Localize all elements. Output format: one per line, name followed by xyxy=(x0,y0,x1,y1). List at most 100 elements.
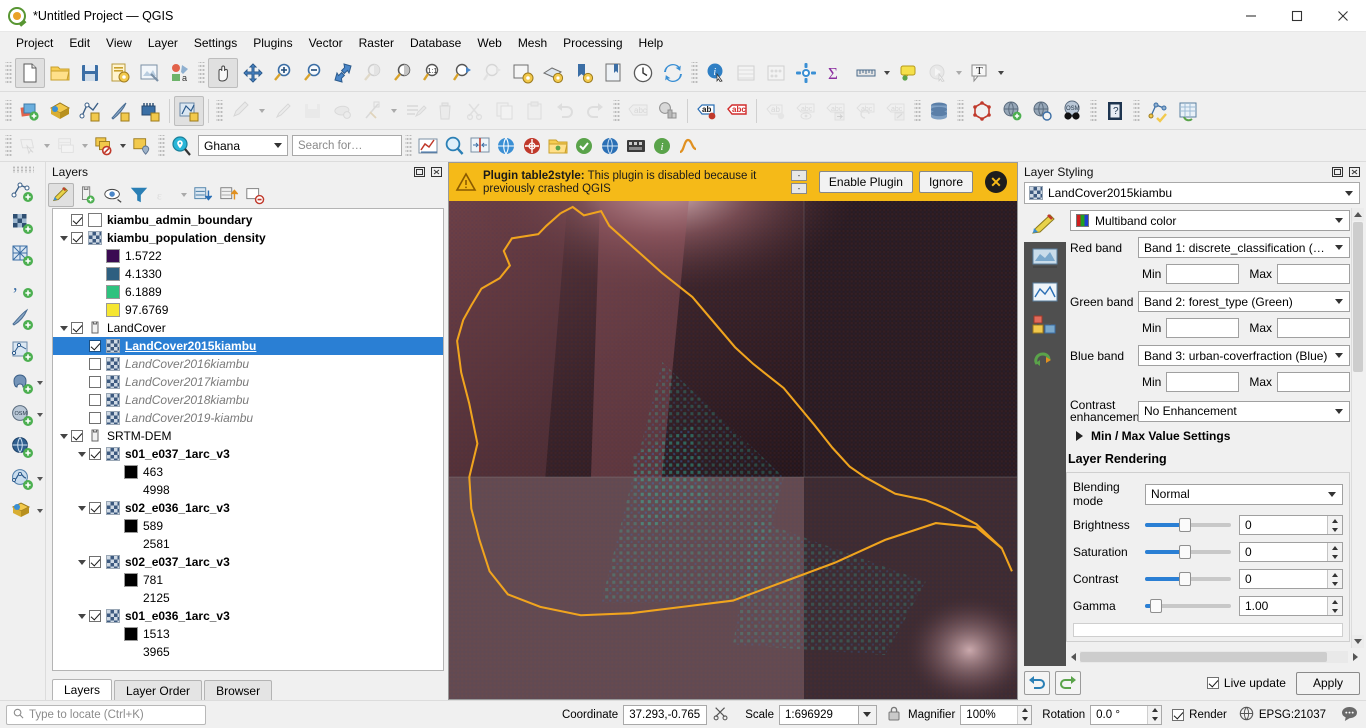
redo-style-button[interactable] xyxy=(1055,671,1081,695)
styling-layer-combo[interactable]: LandCover2015kiambu xyxy=(1024,182,1360,204)
locator-search-icon-button[interactable] xyxy=(168,133,194,159)
plugin-map-swipe-button[interactable] xyxy=(467,133,493,159)
red-max-input[interactable] xyxy=(1277,264,1351,284)
layer-visibility-checkbox[interactable] xyxy=(89,358,101,370)
toolbar-grip-11[interactable] xyxy=(5,134,12,157)
add-feature-button[interactable] xyxy=(328,96,358,126)
messages-icon[interactable] xyxy=(1341,706,1358,724)
menu-raster[interactable]: Raster xyxy=(351,34,402,52)
layer-visibility-checkbox[interactable] xyxy=(71,322,83,334)
symbology-tab-icon[interactable] xyxy=(1031,208,1059,242)
pan-to-selection-button[interactable] xyxy=(238,58,268,88)
layer-visibility-checkbox[interactable] xyxy=(89,376,101,388)
chevron-down-icon-3[interactable] xyxy=(36,477,43,481)
modify-attributes-button[interactable] xyxy=(400,96,430,126)
feature-action-caret[interactable] xyxy=(953,60,965,86)
toolbar-grip-6[interactable] xyxy=(613,99,620,122)
expand-collapse-icon[interactable] xyxy=(75,445,89,463)
zoom-full-button[interactable] xyxy=(328,58,358,88)
scroll-down-icon[interactable] xyxy=(1352,635,1364,648)
field-calculator-button[interactable] xyxy=(761,58,791,88)
filter-legend-expression-button[interactable]: ε xyxy=(152,183,178,207)
add-raster-layer-rail-button[interactable] xyxy=(1,208,45,240)
scale-dropdown[interactable] xyxy=(858,704,877,725)
new-spatialite-layer-button[interactable] xyxy=(135,96,165,126)
layer-visibility-checkbox[interactable] xyxy=(71,214,83,226)
expand-collapse-icon[interactable] xyxy=(57,229,71,247)
delete-selected-button[interactable] xyxy=(430,96,460,126)
add-spatialite-layer-rail-button[interactable] xyxy=(1,336,45,368)
topology-checker-button[interactable] xyxy=(967,96,997,126)
legend-row[interactable]: 6.1889 xyxy=(53,283,443,301)
tab-layer-order[interactable]: Layer Order xyxy=(114,680,203,700)
measure-dropdown-caret[interactable] xyxy=(881,60,893,86)
expand-collapse-icon[interactable] xyxy=(57,319,71,337)
legend-row[interactable]: 97.6769 xyxy=(53,301,443,319)
check-geometries-button[interactable] xyxy=(1143,96,1173,126)
layer-visibility-checkbox[interactable] xyxy=(71,232,83,244)
plugin-curve-button[interactable] xyxy=(675,133,701,159)
plugin-qucikosm-button[interactable] xyxy=(571,133,597,159)
database-manager-button[interactable] xyxy=(924,96,954,126)
toolbar-grip-4[interactable] xyxy=(5,99,12,122)
select-value-button[interactable] xyxy=(129,133,155,159)
layer-visibility-checkbox[interactable] xyxy=(89,502,101,514)
legend-row[interactable]: 589 xyxy=(53,517,443,535)
gamma-slider[interactable] xyxy=(1145,598,1231,614)
plugin-open-folder-button[interactable] xyxy=(545,133,571,159)
zoom-to-selection-button[interactable] xyxy=(358,58,388,88)
toolbar-grip-7[interactable] xyxy=(914,99,921,122)
blue-band-combo[interactable]: Band 3: urban-coverfraction (Blue) xyxy=(1138,345,1350,366)
new-project-button[interactable] xyxy=(15,57,45,88)
style-manager-button[interactable]: a xyxy=(165,58,195,88)
menu-plugins[interactable]: Plugins xyxy=(245,34,300,52)
change-label-button[interactable]: abc xyxy=(881,96,911,126)
undo-style-button[interactable] xyxy=(1024,671,1050,695)
chevron-down-icon-2[interactable] xyxy=(36,413,43,417)
maximize-button[interactable] xyxy=(1274,0,1320,32)
scroll-right-icon[interactable] xyxy=(1348,651,1362,663)
metasearch-button[interactable] xyxy=(1027,96,1057,126)
add-3d-layer-rail-button[interactable] xyxy=(1,496,45,528)
saturation-stepper[interactable] xyxy=(1327,543,1342,561)
legend-row[interactable]: 2125 xyxy=(53,589,443,607)
layer-row[interactable]: s02_e037_1arc_v3 xyxy=(53,553,443,571)
run-feature-action-button[interactable] xyxy=(923,58,953,88)
pan-map-button[interactable] xyxy=(208,57,238,88)
refresh-attribute-table-button[interactable] xyxy=(1173,96,1203,126)
new-print-layout-button[interactable] xyxy=(135,58,165,88)
deselect-features-button[interactable] xyxy=(91,133,117,159)
map-canvas[interactable] xyxy=(449,163,1017,699)
move-label-button[interactable]: ab xyxy=(761,96,791,126)
toolbar-grip-3[interactable] xyxy=(691,61,698,84)
menu-processing[interactable]: Processing xyxy=(555,34,630,52)
zoom-last-button[interactable] xyxy=(448,58,478,88)
minmax-value-settings-expander[interactable]: Min / Max Value Settings xyxy=(1070,429,1350,443)
toolbar-grip-5[interactable] xyxy=(216,99,223,122)
save-project-as-button[interactable] xyxy=(105,58,135,88)
gamma-stepper[interactable] xyxy=(1327,597,1342,615)
saturation-spinbox[interactable]: 0 xyxy=(1239,542,1343,562)
temporal-controller-button[interactable] xyxy=(628,58,658,88)
select-features-caret[interactable] xyxy=(41,133,53,159)
processing-toolbox-button[interactable] xyxy=(791,58,821,88)
toolbar-search-input[interactable]: Search for… xyxy=(292,135,402,156)
save-project-button[interactable] xyxy=(75,58,105,88)
map-tips-button[interactable] xyxy=(893,58,923,88)
contrast-spinbox[interactable]: 0 xyxy=(1239,569,1343,589)
new-map-view-button[interactable] xyxy=(508,58,538,88)
collapse-all-button[interactable] xyxy=(216,183,242,207)
plugin-info-button[interactable]: i xyxy=(649,133,675,159)
banner-stack-toggle[interactable]: - - xyxy=(790,170,807,194)
layer-row[interactable]: s01_e036_1arc_v3 xyxy=(53,607,443,625)
legend-row[interactable]: 4998 xyxy=(53,481,443,499)
layer-row[interactable]: kiambu_population_density xyxy=(53,229,443,247)
close-icon[interactable] xyxy=(430,165,444,179)
openstreetmap-button[interactable]: OSM xyxy=(1057,96,1087,126)
layer-row[interactable]: kiambu_admin_boundary xyxy=(53,211,443,229)
locator-input[interactable]: Type to locate (Ctrl+K) xyxy=(6,704,206,725)
blue-min-input[interactable] xyxy=(1166,372,1240,392)
paste-features-button[interactable] xyxy=(520,96,550,126)
filter-expression-caret[interactable] xyxy=(178,182,190,208)
red-min-input[interactable] xyxy=(1166,264,1240,284)
